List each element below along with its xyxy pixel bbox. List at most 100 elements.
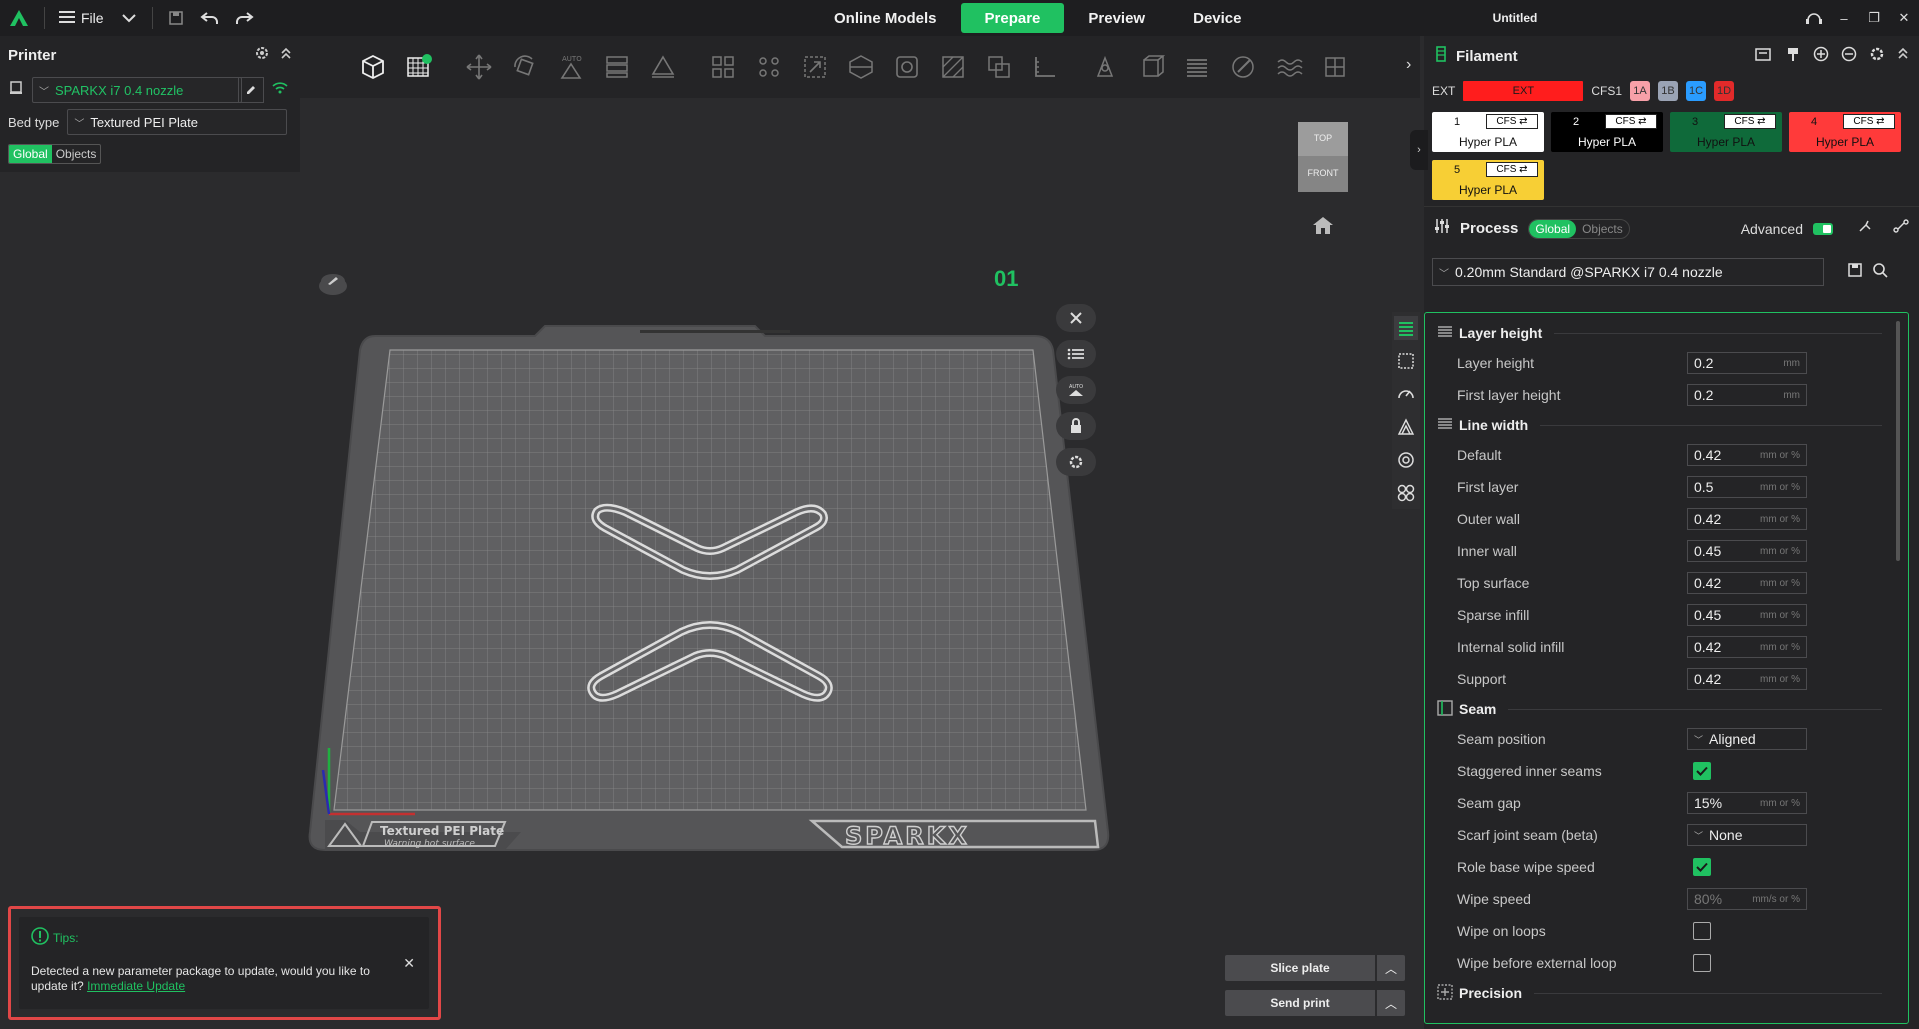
cut-icon[interactable] (840, 46, 882, 88)
collapse-right-icon[interactable]: › (1406, 56, 1411, 74)
internal-solid-infill-input[interactable]: 0.42 mm or % (1687, 636, 1807, 658)
split-objects-icon[interactable] (702, 46, 744, 88)
role-wipe-checkbox[interactable] (1693, 858, 1711, 876)
hollow-icon[interactable] (886, 46, 928, 88)
cfs-tag[interactable]: CFS ⇄ (1605, 114, 1657, 129)
build-plate[interactable]: Textured PEI Plate Warning hot surface S… (305, 270, 1115, 860)
split-parts-icon[interactable] (748, 46, 790, 88)
auto-orient-icon[interactable]: AUTO (550, 46, 592, 88)
cfs-sync-icon[interactable] (1755, 46, 1773, 67)
chevron-down-icon[interactable] (112, 0, 146, 36)
rotate-icon[interactable] (504, 46, 546, 88)
view-cube[interactable]: TOP FRONT (1298, 122, 1348, 192)
process-scope-objects[interactable]: Objects (1576, 220, 1629, 238)
others-tab-icon[interactable] (1394, 448, 1418, 472)
brim-ears-icon[interactable] (1130, 46, 1172, 88)
seam-gap-input[interactable]: 15% mm or % (1687, 792, 1807, 814)
more-tools-icon[interactable] (1314, 46, 1356, 88)
cfs-tag[interactable]: CFS ⇄ (1486, 162, 1538, 177)
3d-viewport[interactable]: TOP FRONT Textured PEI Plate Warning hot… (0, 98, 1420, 1029)
search-icon[interactable] (1872, 262, 1888, 283)
layers-icon[interactable] (1176, 46, 1218, 88)
remove-filament-icon[interactable] (1841, 46, 1857, 67)
slot-1c[interactable]: 1C (1686, 81, 1707, 101)
cfs-tag[interactable]: CFS ⇄ (1843, 114, 1895, 129)
default-width-input[interactable]: 0.42 mm or % (1687, 444, 1807, 466)
paint-icon[interactable] (1222, 46, 1264, 88)
process-preset-select[interactable]: ﹀ 0.20mm Standard @SPARKX i7 0.4 nozzle (1432, 258, 1824, 286)
first-layer-height-input[interactable]: 0.2 mm (1687, 384, 1807, 406)
plate-edit-icon[interactable] (321, 274, 345, 293)
sync-icon[interactable] (1799, 0, 1829, 36)
collapse-filament-icon[interactable] (1897, 46, 1909, 67)
send-print-button[interactable]: Send print (1225, 990, 1375, 1016)
layer-height-input[interactable]: 0.2 mm (1687, 352, 1807, 374)
add-plate-icon[interactable] (398, 46, 440, 88)
tab-prepare[interactable]: Prepare (960, 3, 1065, 33)
immediate-update-link[interactable]: Immediate Update (87, 979, 185, 993)
inner-wall-input[interactable]: 0.45 mm or % (1687, 540, 1807, 562)
close-tips-icon[interactable]: ✕ (403, 955, 415, 972)
slot-1a[interactable]: 1A (1630, 81, 1651, 101)
minimize-icon[interactable]: – (1829, 0, 1859, 36)
redo-icon[interactable] (227, 0, 261, 36)
top-surface-input[interactable]: 0.42 mm or % (1687, 572, 1807, 594)
filament-item-4[interactable]: 4 CFS ⇄ Hyper PLA (1789, 112, 1901, 152)
lay-on-face-icon[interactable] (642, 46, 684, 88)
filament-item-1[interactable]: 1 CFS ⇄ Hyper PLA (1432, 112, 1544, 152)
wifi-icon[interactable] (272, 81, 288, 99)
home-icon[interactable] (1312, 215, 1334, 240)
filament-item-5[interactable]: 5 CFS ⇄ Hyper PLA (1432, 160, 1544, 200)
assembly-icon[interactable] (1084, 46, 1126, 88)
strength-tab-icon[interactable] (1394, 349, 1418, 373)
params-scrollbar[interactable] (1896, 321, 1900, 561)
close-plate-icon[interactable] (1056, 304, 1096, 332)
tab-preview[interactable]: Preview (1064, 3, 1169, 33)
wipe-before-checkbox[interactable] (1693, 954, 1711, 972)
support-width-input[interactable]: 0.42 mm or % (1687, 668, 1807, 690)
boolean-icon[interactable] (978, 46, 1020, 88)
slot-1b[interactable]: 1B (1658, 81, 1679, 101)
tab-device[interactable]: Device (1169, 3, 1265, 33)
scale-icon[interactable] (794, 46, 836, 88)
filament-settings-icon[interactable] (1869, 46, 1885, 67)
arrange-icon[interactable] (596, 46, 638, 88)
compare-icon[interactable] (1857, 218, 1873, 239)
tab-online-models[interactable]: Online Models (810, 3, 961, 33)
undo-icon[interactable] (193, 0, 227, 36)
plate-settings-icon[interactable] (1056, 448, 1096, 476)
fuzzy-skin-icon[interactable] (1268, 46, 1310, 88)
cfs-tag[interactable]: CFS ⇄ (1724, 114, 1776, 129)
sparse-infill-input[interactable]: 0.45 mm or % (1687, 604, 1807, 626)
scarf-joint-select[interactable]: ﹀ None (1687, 824, 1807, 846)
process-parameters[interactable]: Layer height Layer height 0.2 mm First la… (1424, 312, 1909, 1024)
slice-plate-button[interactable]: Slice plate (1225, 955, 1375, 981)
support-tab-icon[interactable] (1394, 415, 1418, 439)
brush-icon[interactable] (1785, 46, 1801, 67)
app-logo-icon[interactable] (0, 0, 38, 36)
add-filament-icon[interactable] (1813, 46, 1829, 67)
filament-item-3[interactable]: 3 CFS ⇄ Hyper PLA (1670, 112, 1782, 152)
plate-list-icon[interactable] (1056, 340, 1096, 368)
lock-icon[interactable] (1056, 412, 1096, 440)
process-scope-global[interactable]: Global (1529, 219, 1577, 238)
maximize-icon[interactable]: ❐ (1859, 0, 1889, 36)
close-icon[interactable]: ✕ (1889, 0, 1919, 36)
advanced-toggle[interactable] (1813, 222, 1833, 235)
cfs-tag[interactable]: CFS ⇄ (1486, 114, 1538, 129)
support-paint-icon[interactable] (932, 46, 974, 88)
outer-wall-input[interactable]: 0.42 mm or % (1687, 508, 1807, 530)
expand-panel-icon[interactable]: › (1410, 130, 1428, 170)
slot-1d[interactable]: 1D (1714, 81, 1735, 101)
filament-item-2[interactable]: 2 CFS ⇄ Hyper PLA (1551, 112, 1663, 152)
save-icon[interactable] (159, 0, 193, 36)
ext-filament-chip[interactable]: EXT (1463, 81, 1584, 101)
send-options-chevron-icon[interactable]: ︿ (1377, 990, 1405, 1016)
file-menu[interactable]: File (51, 10, 112, 27)
add-object-icon[interactable] (352, 46, 394, 88)
wipe-speed-input[interactable]: 80% mm/s or % (1687, 888, 1807, 910)
slice-options-chevron-icon[interactable]: ︿ (1377, 955, 1405, 981)
save-preset-icon[interactable] (1848, 262, 1862, 282)
speed-tab-icon[interactable] (1394, 382, 1418, 406)
staggered-seams-checkbox[interactable] (1693, 762, 1711, 780)
